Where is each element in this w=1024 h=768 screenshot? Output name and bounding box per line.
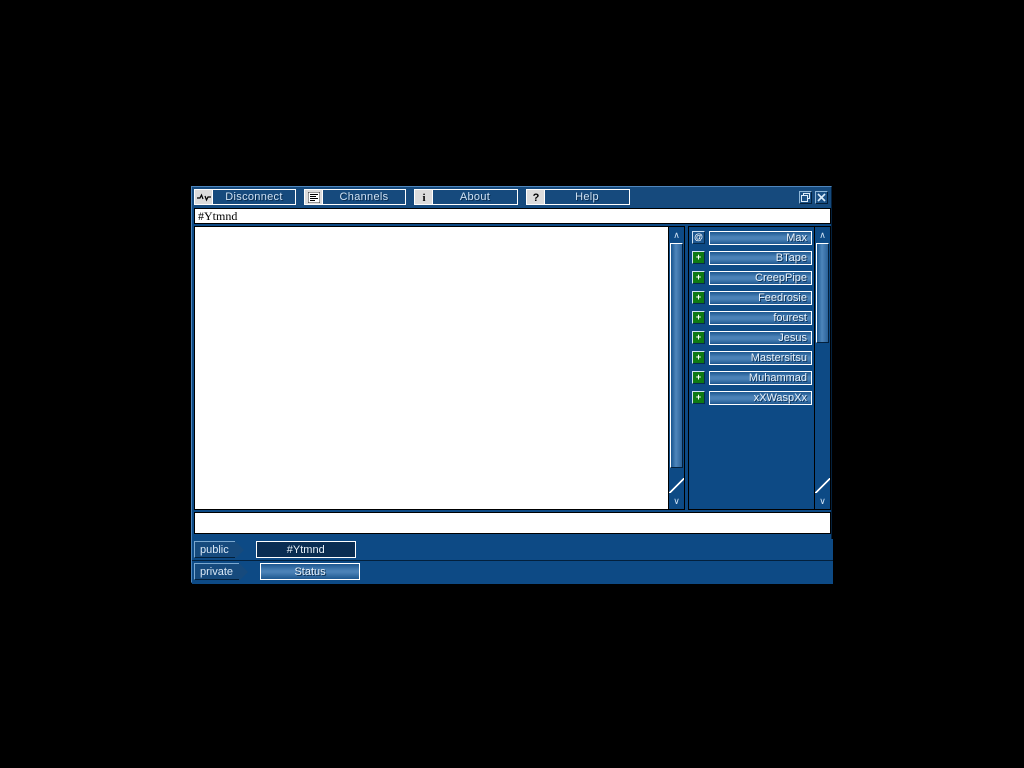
chat-scrollbar[interactable]: ∧ ∨ xyxy=(668,227,684,509)
about-label: About xyxy=(459,191,491,203)
channel-topic-text: #Ytmnd xyxy=(198,208,238,223)
list-item[interactable]: + Mastersitsu xyxy=(692,350,812,365)
list-item[interactable]: + BTape xyxy=(692,250,812,265)
list-item[interactable]: + fourest xyxy=(692,310,812,325)
chat-panel: ∧ ∨ xyxy=(194,226,685,510)
public-tag: public xyxy=(194,541,244,559)
user-mode-badge: + xyxy=(692,291,705,304)
nick-button[interactable]: Feedrosie xyxy=(709,290,812,305)
public-tab-row: public #Ytmnd xyxy=(192,539,833,561)
message-input-wrapper[interactable] xyxy=(194,512,831,534)
scroll-up-icon[interactable]: ∧ xyxy=(669,227,684,243)
disconnect-button[interactable]: Disconnect xyxy=(194,189,296,205)
svg-text:?: ? xyxy=(532,192,539,203)
message-input[interactable] xyxy=(195,513,830,533)
nick-button[interactable]: Jesus xyxy=(709,330,812,345)
scroll-down-icon[interactable]: ∨ xyxy=(669,493,684,509)
nick-button[interactable]: xXWaspXx xyxy=(709,390,812,405)
toolbar: Disconnect Channels i About ? Help xyxy=(192,187,831,207)
list-icon xyxy=(305,190,323,204)
nick-label: fourest xyxy=(773,311,807,324)
disconnect-label: Disconnect xyxy=(225,191,283,203)
chat-scrollbar-thumb[interactable] xyxy=(670,243,683,468)
window-controls xyxy=(796,190,831,204)
user-mode-badge: + xyxy=(692,251,705,264)
question-icon: ? xyxy=(527,190,545,204)
private-tag-label: private xyxy=(200,565,234,578)
list-item[interactable]: @ Max xyxy=(692,230,812,245)
channels-button[interactable]: Channels xyxy=(304,189,406,205)
user-mode-badge: + xyxy=(692,271,705,284)
nick-button[interactable]: CreepPipe xyxy=(709,270,812,285)
restore-button[interactable] xyxy=(799,190,812,204)
help-label: Help xyxy=(575,191,599,203)
irc-client-window: Disconnect Channels i About ? Help #Ytmn… xyxy=(191,186,833,584)
tab-status-label: Status xyxy=(294,565,326,578)
list-item[interactable]: + Muhammad xyxy=(692,370,812,385)
nick-button[interactable]: Mastersitsu xyxy=(709,350,812,365)
user-mode-badge: + xyxy=(692,391,705,404)
nick-label: BTape xyxy=(775,251,807,264)
nick-button[interactable]: BTape xyxy=(709,250,812,265)
main-content-row: ∧ ∨ @ Max + BTape + CreepPipe + Feedrosi… xyxy=(194,226,831,510)
scrollbar-corner-decoration xyxy=(815,478,830,493)
scrollbar-corner-decoration xyxy=(669,478,684,493)
scroll-down-icon[interactable]: ∨ xyxy=(815,493,830,509)
nick-label: CreepPipe xyxy=(755,271,807,284)
list-item[interactable]: + Feedrosie xyxy=(692,290,812,305)
user-mode-badge: + xyxy=(692,331,705,344)
list-item[interactable]: + Jesus xyxy=(692,330,812,345)
tab-ytmnd[interactable]: #Ytmnd xyxy=(255,541,356,558)
nick-list-scrollbar-thumb[interactable] xyxy=(816,243,829,343)
chat-log xyxy=(195,227,668,509)
svg-text:i: i xyxy=(422,192,425,203)
nick-list-scrollbar[interactable]: ∧ ∨ xyxy=(814,227,830,509)
user-mode-badge: + xyxy=(692,311,705,324)
user-mode-badge: + xyxy=(692,351,705,364)
list-item[interactable]: + xXWaspXx xyxy=(692,390,812,405)
list-item[interactable]: + CreepPipe xyxy=(692,270,812,285)
nick-button[interactable]: fourest xyxy=(709,310,812,325)
tab-strip: public #Ytmnd private Status xyxy=(192,539,833,584)
nick-button[interactable]: Muhammad xyxy=(709,370,812,385)
nick-label: Jesus xyxy=(778,331,807,344)
user-mode-badge: @ xyxy=(692,231,705,244)
nick-label: Mastersitsu xyxy=(750,351,807,364)
nick-list-panel: @ Max + BTape + CreepPipe + Feedrosie + … xyxy=(688,226,831,510)
disconnect-icon xyxy=(195,190,213,204)
nick-label: xXWaspXx xyxy=(753,391,807,404)
info-icon: i xyxy=(415,190,433,204)
channel-topic-bar[interactable]: #Ytmnd xyxy=(194,208,831,224)
nick-label: Muhammad xyxy=(748,371,807,384)
channels-label: Channels xyxy=(339,191,389,203)
tab-ytmnd-label: #Ytmnd xyxy=(286,543,325,556)
private-tab-row: private Status xyxy=(192,561,833,582)
scroll-up-icon[interactable]: ∧ xyxy=(815,227,830,243)
nick-label: Max xyxy=(786,231,807,244)
user-mode-badge: + xyxy=(692,371,705,384)
nick-list: @ Max + BTape + CreepPipe + Feedrosie + … xyxy=(689,227,814,509)
help-button[interactable]: ? Help xyxy=(526,189,630,205)
tab-status[interactable]: Status xyxy=(260,563,361,580)
nick-label: Feedrosie xyxy=(758,291,807,304)
about-button[interactable]: i About xyxy=(414,189,518,205)
private-tag: private xyxy=(194,563,249,581)
close-button[interactable] xyxy=(815,190,828,204)
public-tag-label: public xyxy=(200,543,229,556)
nick-button[interactable]: Max xyxy=(709,230,812,245)
